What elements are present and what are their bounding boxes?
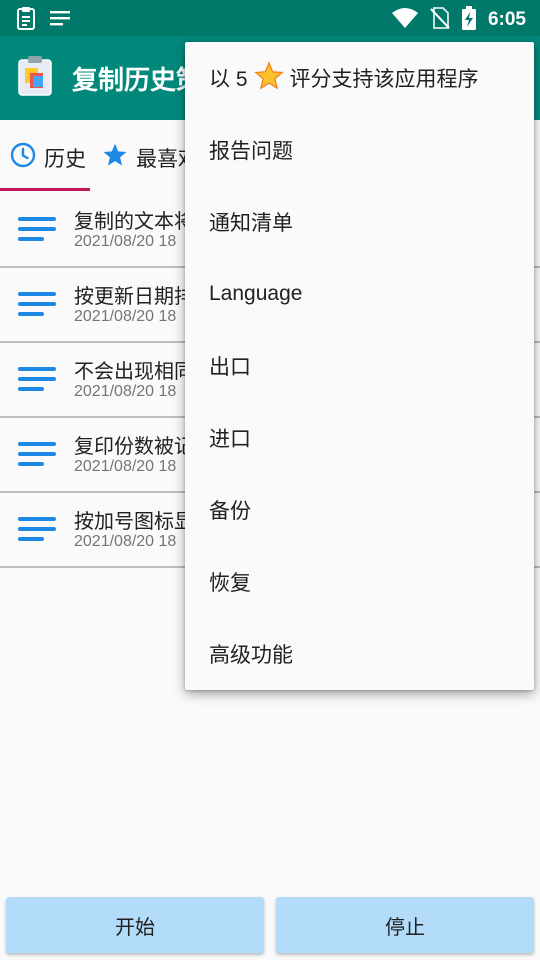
item-date: 2021/08/20 18 [74,533,177,550]
item-date: 2021/08/20 18 [74,308,177,325]
menu-item-import[interactable]: 进口 [185,402,534,474]
text-lines-icon [18,440,58,474]
clock-icon [10,142,36,173]
item-title: 不会出现相同 [74,359,194,383]
page-title: 复制历史策 [72,66,203,96]
clipboard-icon [16,6,36,34]
text-lines-icon [18,215,58,249]
rate-suffix: 评分支持该应用程序 [289,67,479,91]
overflow-menu: 以 5 评分支持该应用程序 报告问题 通知清单 Language 出口 进口 备… [185,42,534,690]
menu-item-language[interactable]: Language [185,258,534,330]
text-lines-icon [18,290,58,324]
menu-item-export[interactable]: 出口 [185,330,534,402]
item-date: 2021/08/20 18 [74,233,177,250]
rate-prefix: 以 5 [209,68,248,91]
menu-item-report-issue[interactable]: 报告问题 [185,114,534,186]
item-title: 复印份数被记 [74,434,194,458]
app-logo-icon [18,56,52,100]
menu-item-notification-list[interactable]: 通知清单 [185,186,534,258]
stop-button[interactable]: 停止 [276,897,534,953]
text-lines-icon [18,515,58,549]
start-button[interactable]: 开始 [6,897,264,953]
tab-indicator [0,188,90,191]
menu-item-restore[interactable]: 恢复 [185,546,534,618]
bottom-bar: 开始 停止 [0,890,540,960]
notes-icon [50,10,70,30]
menu-item-backup[interactable]: 备份 [185,474,534,546]
menu-item-advanced[interactable]: 高级功能 [185,618,534,690]
tab-label: 历史 [44,146,86,171]
wifi-icon [391,8,418,32]
tab-history[interactable]: 历史 [10,142,86,173]
battery-charging-icon [461,6,476,34]
item-title: 按更新日期排 [74,284,194,308]
item-date: 2021/08/20 18 [74,458,177,475]
menu-item-rate-app[interactable]: 以 5 评分支持该应用程序 [185,42,534,114]
star-icon [102,142,128,173]
item-date: 2021/08/20 18 [74,383,177,400]
item-title: 按加号图标显 [74,509,194,533]
star-icon [253,60,284,96]
text-lines-icon [18,365,58,399]
status-bar: 6:05 [0,0,540,36]
status-time: 6:05 [487,9,526,30]
item-title: 复制的文本将 [74,209,194,233]
no-sim-icon [430,7,450,33]
